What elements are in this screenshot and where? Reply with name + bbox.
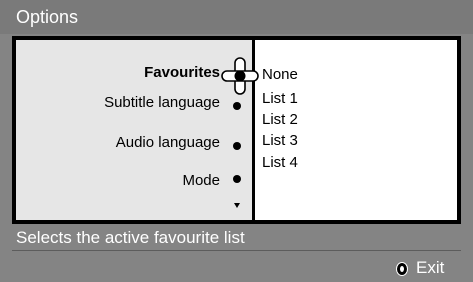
navigation-cursor-icon [221, 57, 259, 95]
scroll-down-arrow-icon[interactable] [234, 203, 240, 208]
page-title: Options [16, 7, 79, 27]
menu-item-favourites[interactable]: Favourites [144, 64, 220, 81]
exit-label: Exit [416, 258, 445, 277]
option-list-4[interactable]: List 4 [262, 154, 298, 171]
menu-item-mode[interactable]: Mode [182, 172, 220, 189]
audio-language-bullet-icon [233, 142, 241, 150]
option-none[interactable]: None [262, 66, 298, 83]
divider [12, 250, 461, 251]
option-list-1[interactable]: List 1 [262, 90, 298, 107]
subtitle-language-bullet-icon [233, 102, 241, 110]
option-list-2[interactable]: List 2 [262, 111, 298, 128]
menu-item-audio-language[interactable]: Audio language [116, 134, 220, 151]
help-text: Selects the active favourite list [16, 228, 245, 247]
mode-bullet-icon [233, 175, 241, 183]
option-list-3[interactable]: List 3 [262, 132, 298, 149]
menu-item-subtitle-language[interactable]: Subtitle language [104, 94, 220, 111]
exit-key-icon [396, 262, 408, 276]
